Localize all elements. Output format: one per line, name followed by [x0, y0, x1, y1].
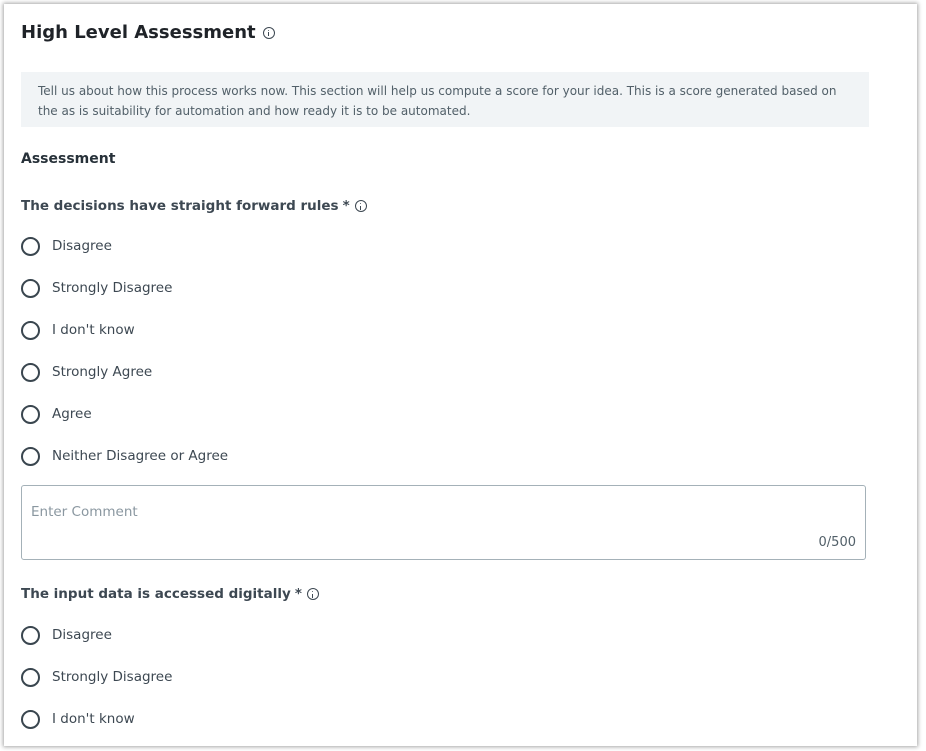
radio-option-strongly-disagree[interactable]: Strongly Disagree: [21, 666, 172, 688]
radio-label: Strongly Disagree: [52, 669, 173, 685]
question-1-label: The decisions have straight forward rule…: [21, 198, 367, 214]
radio-option-disagree[interactable]: Disagree: [21, 624, 112, 646]
comment-field: 0/500: [21, 485, 866, 560]
radio-button-icon[interactable]: [21, 320, 40, 340]
info-icon[interactable]: [354, 200, 367, 212]
page-title: High Level Assessment: [21, 22, 275, 43]
radio-option-dont-know[interactable]: I don't know: [21, 708, 135, 730]
radio-label: Strongly Agree: [52, 364, 153, 380]
assessment-panel: High Level Assessment Tell us about how …: [4, 4, 917, 746]
section-heading: Assessment: [21, 151, 116, 167]
comment-input[interactable]: [22, 486, 865, 559]
radio-option-agree[interactable]: Agree: [21, 403, 92, 425]
question-1-text: The decisions have straight forward rule…: [21, 198, 339, 214]
question-2-label: The input data is accessed digitally *: [21, 586, 319, 602]
radio-option-strongly-agree[interactable]: Strongly Agree: [21, 361, 152, 383]
radio-label: Disagree: [52, 627, 112, 643]
radio-label: Agree: [52, 406, 92, 422]
radio-button-icon[interactable]: [21, 667, 40, 687]
radio-button-icon[interactable]: [21, 446, 40, 466]
page-title-text: High Level Assessment: [21, 22, 256, 43]
character-counter: 0/500: [818, 535, 856, 550]
radio-button-icon[interactable]: [21, 362, 40, 382]
info-icon[interactable]: [262, 26, 275, 39]
radio-label: I don't know: [52, 711, 135, 727]
radio-label: Disagree: [52, 238, 112, 254]
info-banner: Tell us about how this process works now…: [21, 72, 869, 127]
radio-option-dont-know[interactable]: I don't know: [21, 319, 135, 341]
radio-button-icon[interactable]: [21, 404, 40, 424]
radio-button-icon[interactable]: [21, 236, 40, 256]
required-mark: *: [294, 586, 302, 602]
required-mark: *: [342, 198, 350, 214]
info-icon[interactable]: [306, 588, 319, 600]
info-banner-text: Tell us about how this process works now…: [38, 84, 837, 118]
radio-button-icon[interactable]: [21, 625, 40, 645]
radio-label: I don't know: [52, 322, 135, 338]
radio-label: Strongly Disagree: [52, 280, 173, 296]
radio-button-icon[interactable]: [21, 278, 40, 298]
radio-button-icon[interactable]: [21, 709, 40, 729]
question-2-text: The input data is accessed digitally: [21, 586, 291, 602]
radio-option-disagree[interactable]: Disagree: [21, 235, 112, 257]
radio-option-strongly-disagree[interactable]: Strongly Disagree: [21, 277, 172, 299]
radio-label: Neither Disagree or Agree: [52, 448, 229, 464]
radio-option-neither[interactable]: Neither Disagree or Agree: [21, 445, 228, 467]
